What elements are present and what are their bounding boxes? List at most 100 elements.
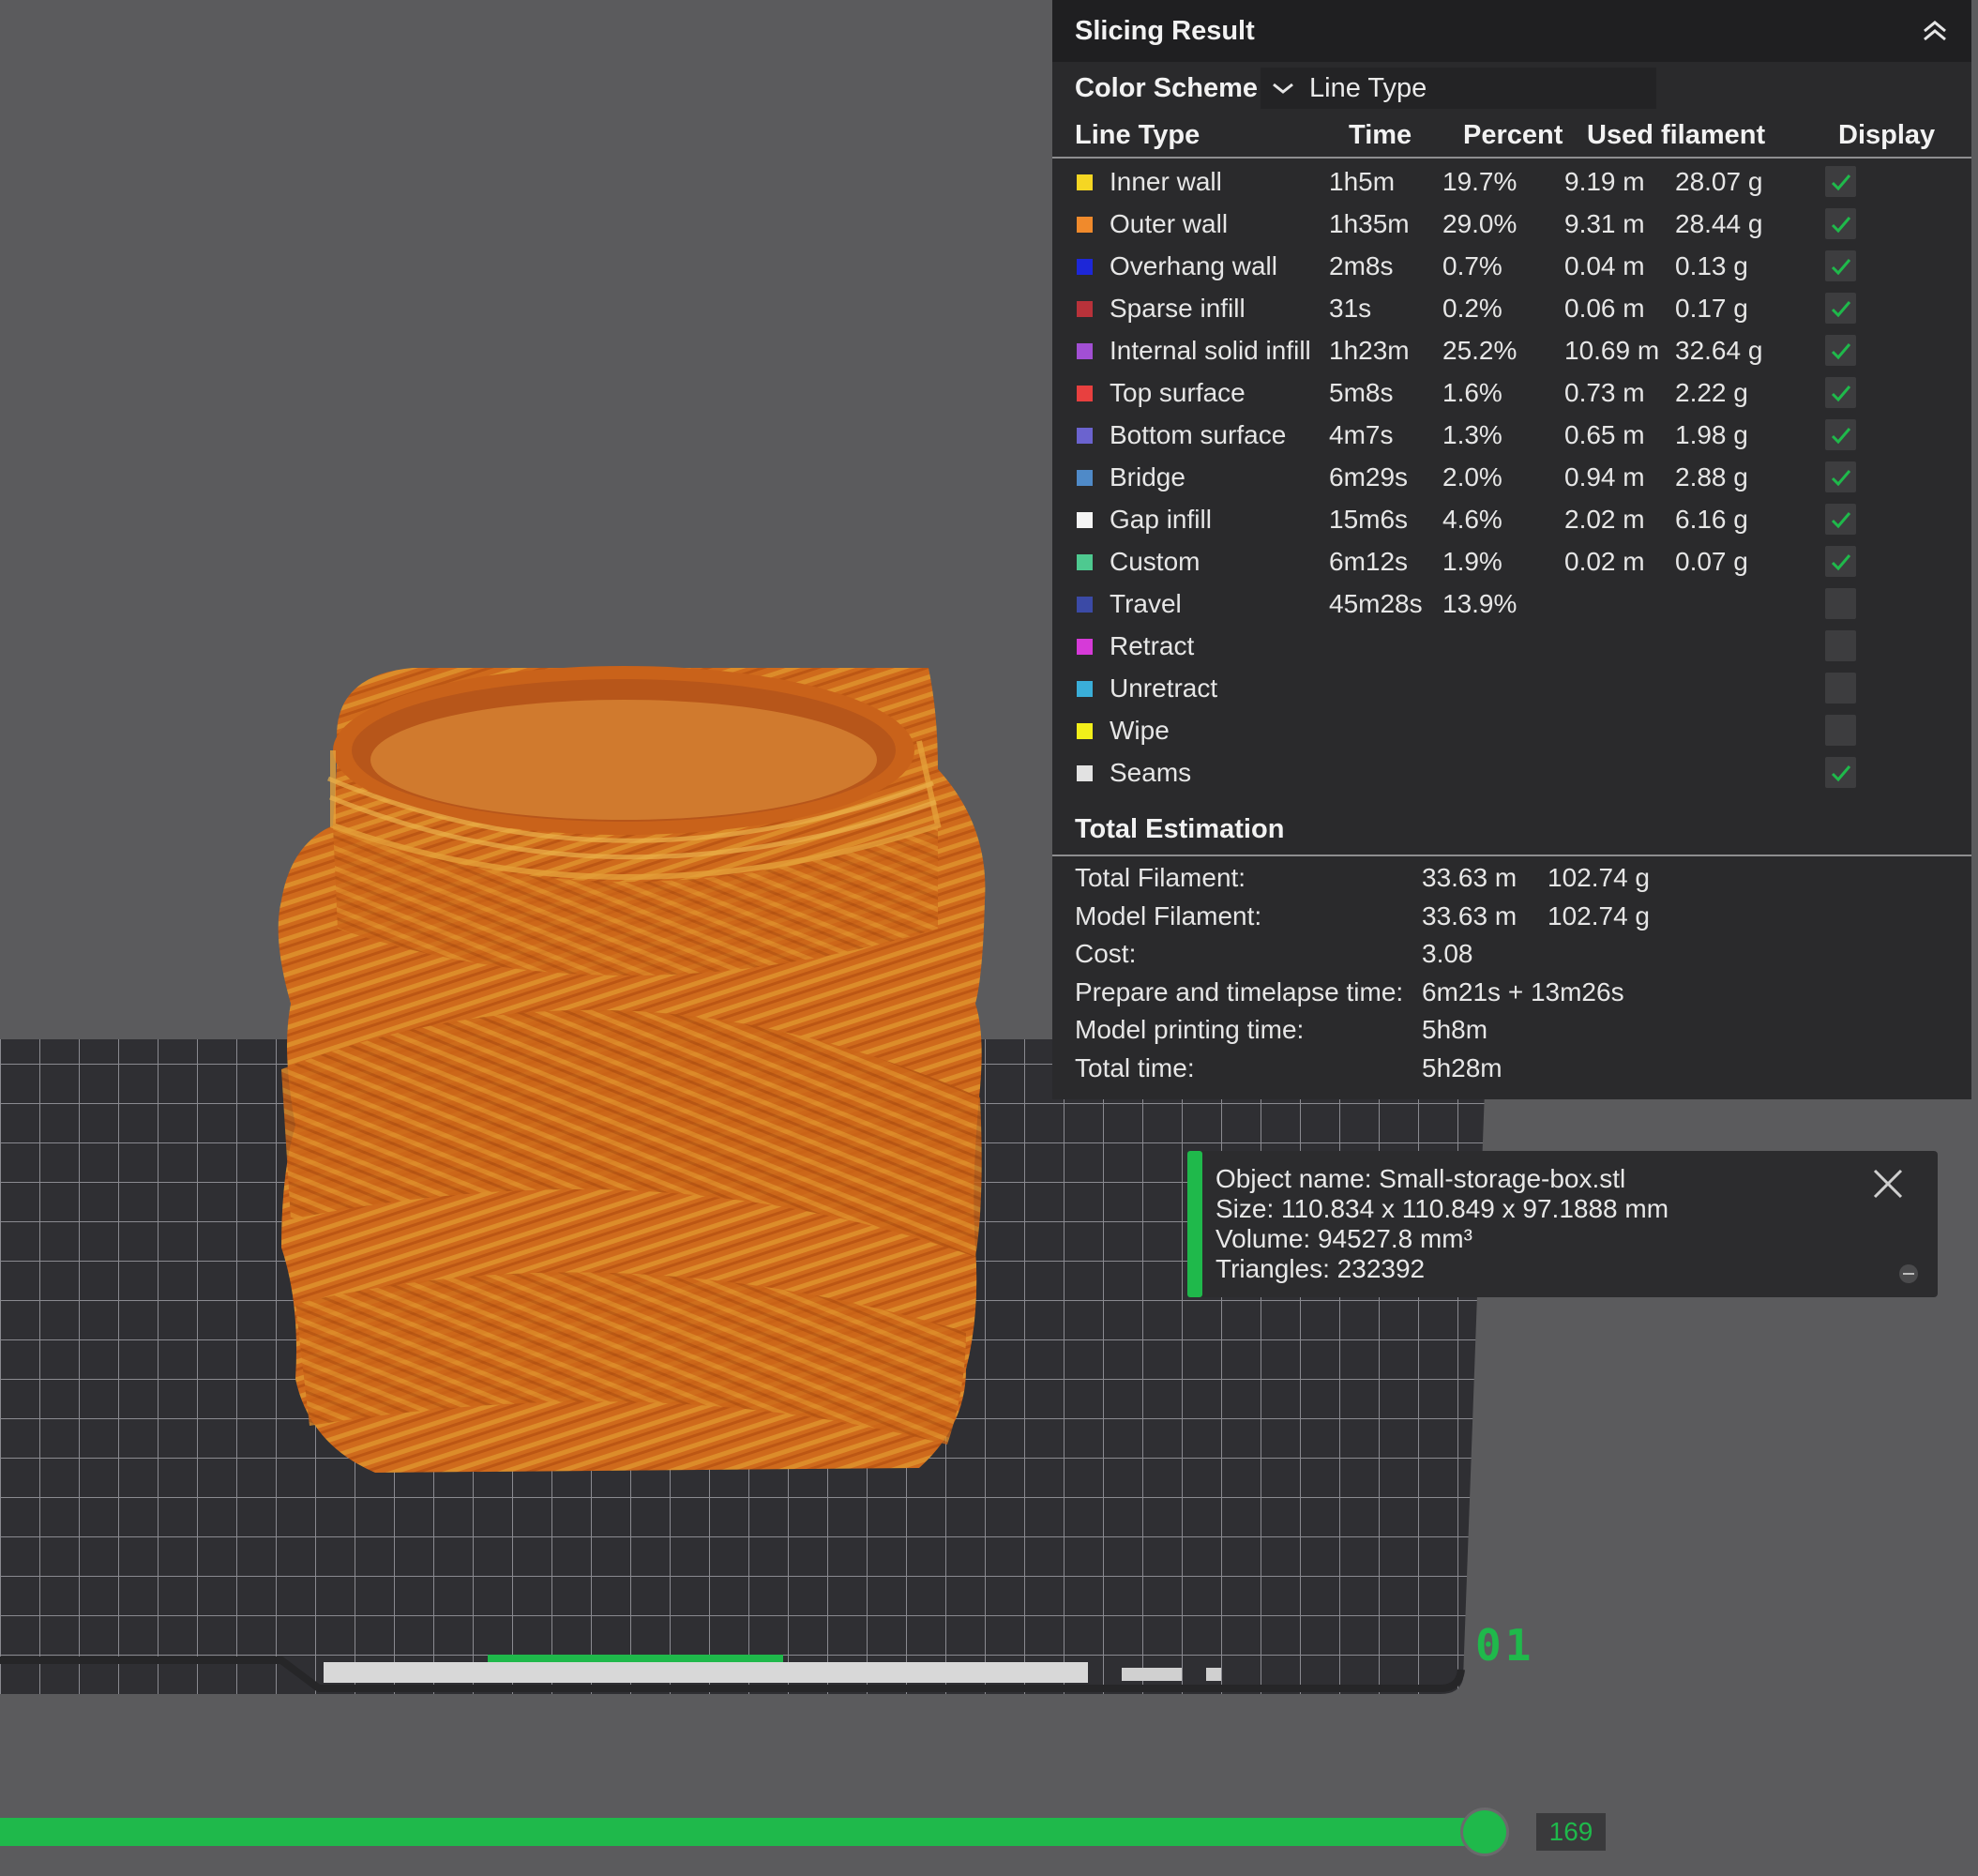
display-checkbox[interactable]	[1825, 293, 1856, 324]
object-info-accent-bar	[1187, 1151, 1202, 1297]
display-checkbox[interactable]	[1825, 419, 1856, 450]
panel-header[interactable]: Slicing Result	[1052, 0, 1971, 62]
total-value: 5h28m	[1422, 1052, 1502, 1082]
line-type-time: 45m28s	[1329, 589, 1423, 618]
display-checkbox[interactable]	[1825, 166, 1856, 197]
line-type-name: Custom	[1110, 547, 1200, 576]
display-checkbox[interactable]	[1825, 588, 1856, 619]
checkmark-icon	[1831, 300, 1850, 317]
total-estimation-row: Total Filament: 33.63 m 102.74 g	[1075, 859, 1919, 897]
totals-divider	[1052, 855, 1971, 856]
line-type-name: Bridge	[1110, 462, 1185, 492]
display-checkbox[interactable]	[1825, 208, 1856, 239]
object-triangles: Triangles: 232392	[1215, 1254, 1426, 1283]
line-type-length: 9.19 m	[1564, 167, 1645, 196]
line-type-weight: 6.16 g	[1675, 505, 1748, 534]
line-type-percent: 2.0%	[1442, 462, 1502, 492]
line-type-name: Gap infill	[1110, 505, 1212, 534]
line-type-name: Internal solid infill	[1110, 336, 1311, 365]
col-header-time: Time	[1349, 120, 1412, 150]
total-estimation-row: Total time: 5h28m	[1075, 1050, 1919, 1087]
line-type-percent: 1.9%	[1442, 547, 1502, 576]
layer-slider-handle[interactable]	[1463, 1810, 1506, 1853]
line-type-name: Seams	[1110, 758, 1192, 787]
table-row: Outer wall 1h35m 29.0% 9.31 m 28.44 g	[1052, 204, 1971, 246]
total-estimation-row: Model Filament: 33.63 m 102.74 g	[1075, 898, 1919, 935]
total-value: 5h8m	[1422, 1015, 1488, 1044]
checkmark-icon	[1831, 216, 1850, 233]
color-swatch	[1077, 301, 1093, 317]
color-scheme-dropdown[interactable]: Line Type	[1261, 68, 1656, 109]
collapse-chevron-up-icon[interactable]	[1919, 15, 1951, 47]
line-type-weight: 2.88 g	[1675, 462, 1748, 492]
close-icon[interactable]	[1867, 1163, 1909, 1204]
slicing-result-panel: Slicing Result Color Scheme Line Type Li…	[1052, 0, 1971, 1099]
checkmark-icon	[1831, 342, 1850, 359]
line-type-name: Travel	[1110, 589, 1182, 618]
color-swatch	[1077, 470, 1093, 486]
line-type-time: 1h5m	[1329, 167, 1396, 196]
line-type-length: 2.02 m	[1564, 505, 1645, 534]
display-checkbox[interactable]	[1825, 757, 1856, 788]
checkmark-icon	[1831, 427, 1850, 444]
color-swatch	[1077, 259, 1093, 275]
header-divider	[1052, 157, 1971, 159]
line-type-length: 0.02 m	[1564, 547, 1645, 576]
color-swatch	[1077, 639, 1093, 655]
chevron-down-icon	[1273, 83, 1293, 94]
table-row: Wipe	[1052, 710, 1971, 752]
line-type-percent: 0.7%	[1442, 251, 1502, 280]
total-label: Cost:	[1075, 939, 1137, 968]
line-type-time: 31s	[1329, 294, 1372, 323]
display-checkbox[interactable]	[1825, 335, 1856, 366]
minimize-icon[interactable]	[1898, 1263, 1919, 1284]
line-type-time: 5m8s	[1329, 378, 1394, 407]
layer-slider-track[interactable]	[0, 1818, 1494, 1846]
line-type-name: Overhang wall	[1110, 251, 1277, 280]
line-type-percent: 1.3%	[1442, 420, 1502, 449]
display-checkbox[interactable]	[1825, 630, 1856, 661]
line-type-percent: 25.2%	[1442, 336, 1517, 365]
sliced-model[interactable]	[278, 666, 986, 1473]
line-type-length: 0.73 m	[1564, 378, 1645, 407]
total-value: 6m21s + 13m26s	[1422, 976, 1624, 1006]
line-type-weight: 28.44 g	[1675, 209, 1763, 238]
total-extra: 102.74 g	[1548, 900, 1650, 930]
display-checkbox[interactable]	[1825, 546, 1856, 577]
line-type-percent: 4.6%	[1442, 505, 1502, 534]
line-type-percent: 1.6%	[1442, 378, 1502, 407]
table-row: Bridge 6m29s 2.0% 0.94 m 2.88 g	[1052, 457, 1971, 499]
color-scheme-label: Color Scheme	[1075, 72, 1258, 103]
color-swatch	[1077, 512, 1093, 528]
line-type-length: 0.04 m	[1564, 251, 1645, 280]
display-checkbox[interactable]	[1825, 504, 1856, 535]
checkmark-icon	[1831, 174, 1850, 190]
display-checkbox[interactable]	[1825, 673, 1856, 704]
display-checkbox[interactable]	[1825, 461, 1856, 492]
total-value: 33.63 m	[1422, 863, 1517, 892]
checkmark-icon	[1831, 553, 1850, 570]
total-label: Total Filament:	[1075, 863, 1246, 892]
line-type-time: 2m8s	[1329, 251, 1394, 280]
checkmark-icon	[1831, 385, 1850, 401]
total-label: Prepare and timelapse time:	[1075, 976, 1404, 1006]
display-checkbox[interactable]	[1825, 715, 1856, 746]
line-type-length: 9.31 m	[1564, 209, 1645, 238]
total-value: 33.63 m	[1422, 900, 1517, 930]
line-type-name: Bottom surface	[1110, 420, 1287, 449]
table-row: Internal solid infill 1h23m 25.2% 10.69 m 32…	[1052, 330, 1971, 372]
line-type-name: Wipe	[1110, 716, 1170, 745]
object-name: Object name: Small-storage-box.stl	[1215, 1164, 1626, 1193]
color-swatch	[1077, 597, 1093, 613]
line-type-length: 0.94 m	[1564, 462, 1645, 492]
total-value: 3.08	[1422, 939, 1473, 968]
total-label: Total time:	[1075, 1052, 1195, 1082]
object-info-popup: Object name: Small-storage-box.stl Size:…	[1187, 1151, 1938, 1297]
table-row: Overhang wall 2m8s 0.7% 0.04 m 0.13 g	[1052, 246, 1971, 288]
display-checkbox[interactable]	[1825, 377, 1856, 408]
color-swatch	[1077, 681, 1093, 697]
table-header: Line Type Time Percent Used filament Dis…	[1075, 116, 1956, 158]
line-type-name: Sparse infill	[1110, 294, 1246, 323]
color-swatch	[1077, 428, 1093, 444]
display-checkbox[interactable]	[1825, 250, 1856, 281]
